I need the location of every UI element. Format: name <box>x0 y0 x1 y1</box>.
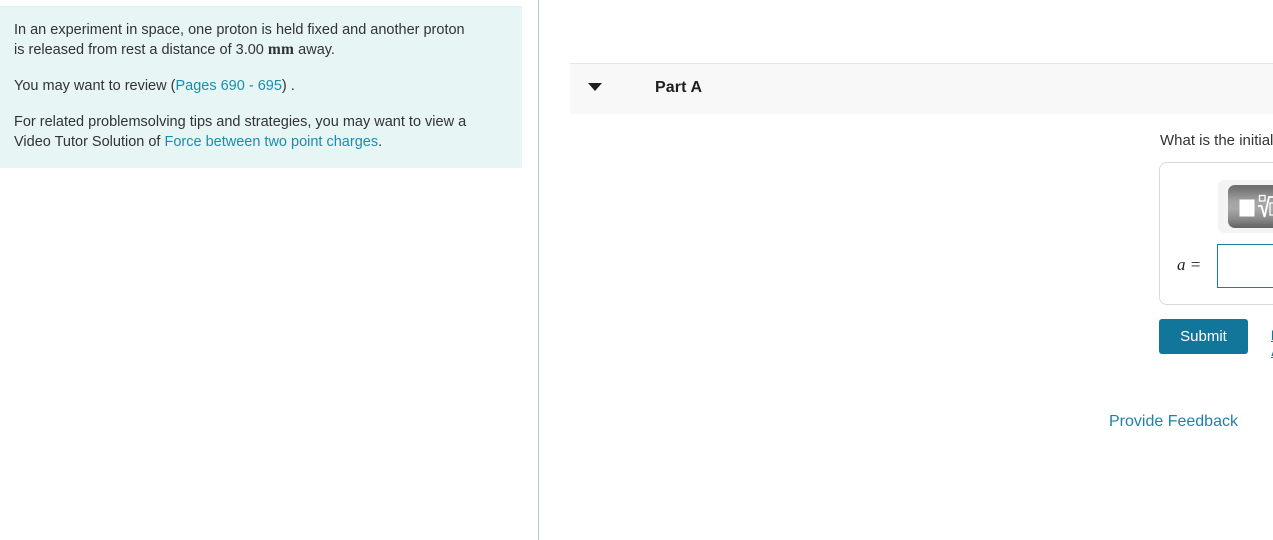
square-root-template-icon <box>1239 194 1273 217</box>
submit-button[interactable]: Submit <box>1159 319 1248 354</box>
part-a-header[interactable]: Part A <box>570 63 1273 114</box>
math-input-toolbar: ΑΣΦ <box>1218 180 1273 233</box>
problem-paragraph-statement: In an experiment in space, one proton is… <box>14 20 478 60</box>
math-template-button[interactable] <box>1228 185 1273 228</box>
question-prompt: What is the initial acceleration of the … <box>1160 132 1273 149</box>
problem-statement-card: In an experiment in space, one proton is… <box>0 6 522 168</box>
distance-unit-mm: mm <box>267 41 295 58</box>
triangle-down-icon[interactable] <box>588 83 602 91</box>
tips-text-after: . <box>378 134 383 150</box>
answer-entry-box: ΑΣΦ <box>1159 162 1273 305</box>
answer-input[interactable] <box>1217 244 1273 288</box>
part-title: Part A <box>655 79 703 96</box>
review-text-after: ) . <box>281 78 295 94</box>
problem-paragraph-tips: For related problemsolving tips and stra… <box>14 112 478 152</box>
review-text-before: You may want to review ( <box>14 78 176 94</box>
video-tutor-solution-link[interactable]: Force between two point charges <box>164 134 378 150</box>
answer-pane: Part A What is the initial acceleration … <box>539 0 1273 540</box>
answer-input-row: a = m/s2 <box>1160 244 1273 292</box>
provide-feedback-link[interactable]: Provide Feedback <box>1109 413 1238 431</box>
statement-text-before: In an experiment in space, one proton is… <box>14 22 465 58</box>
statement-text-after: away. <box>294 42 335 58</box>
problem-pane: In an experiment in space, one proton is… <box>0 0 522 540</box>
answer-variable-label: a = <box>1177 255 1202 274</box>
problem-paragraph-review: You may want to review (Pages 690 - 695)… <box>14 76 478 96</box>
pages-review-link[interactable]: Pages 690 - 695 <box>175 78 281 94</box>
